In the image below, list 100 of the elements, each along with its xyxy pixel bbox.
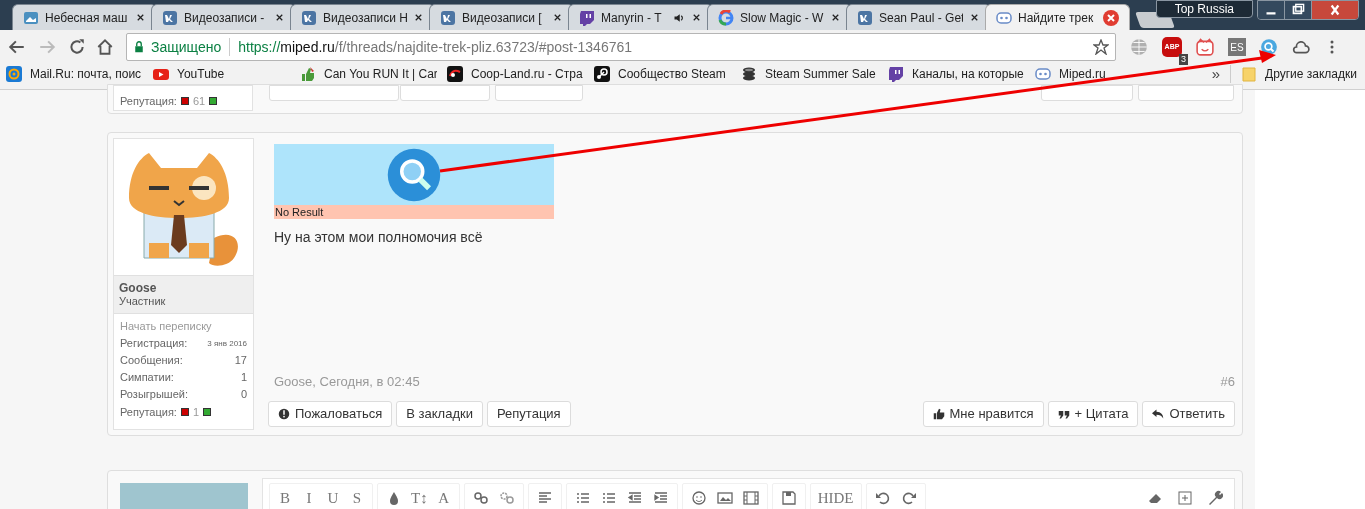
film-icon[interactable] [742, 490, 759, 506]
list-icon[interactable] [574, 490, 591, 506]
minus-icon[interactable] [180, 408, 189, 417]
at-sign-icon [6, 66, 22, 82]
other-bookmarks-button[interactable]: Другие закладки [1241, 65, 1357, 83]
redo-icon[interactable] [900, 490, 917, 506]
gamepad-icon [1035, 66, 1051, 82]
bookmark[interactable]: Mail.Ru: почта, поис [6, 65, 143, 83]
toolbar-button[interactable]: B [273, 487, 297, 509]
stat-value: 0 [240, 387, 247, 402]
bookmark[interactable]: Can You RUN It | Car [300, 65, 437, 83]
close-icon[interactable] [691, 12, 702, 23]
search-icon[interactable] [1260, 38, 1278, 56]
close-icon[interactable] [274, 12, 285, 23]
list-icon[interactable] [600, 490, 617, 506]
address-bar[interactable]: Защищено https://miped.ru/f/threads/najdite-trek-pliz.63723/#post-1346761 [126, 33, 1116, 61]
image-caption: No Result [274, 205, 554, 219]
letter-tile-icon [857, 9, 873, 26]
toolbar-button[interactable]: T↕ [407, 487, 432, 509]
post-action-button[interactable]: Мне нравится [922, 401, 1044, 427]
post-action-button[interactable]: + Цитата [1047, 401, 1139, 427]
url-text: https://miped.ru/f/threads/najdite-trek-pliz.63723/#post-1346761 [238, 37, 633, 57]
bookmark[interactable]: Сообщество Steam [594, 65, 731, 83]
letter-tile-icon [440, 9, 456, 26]
g-logo-icon [718, 9, 734, 26]
browser-tab[interactable]: Найдите трек [985, 4, 1130, 30]
wrench-icon[interactable] [1207, 490, 1223, 506]
plus-icon[interactable] [209, 97, 218, 106]
steam-icon [594, 66, 610, 82]
indent-icon[interactable] [652, 490, 669, 506]
image-icon[interactable] [716, 490, 733, 506]
smiley-icon[interactable] [690, 490, 707, 506]
bookmark[interactable]: Steam Summer Sale [741, 65, 878, 83]
link-icon[interactable] [472, 490, 489, 506]
tab-title: Видеозаписи Н [323, 9, 407, 27]
speech-bubble-icon [579, 9, 595, 26]
letter-tile-icon [162, 9, 178, 26]
stat-value: 1 [240, 370, 247, 385]
alert-icon [278, 408, 290, 420]
post-action-button[interactable]: Ответить [1142, 401, 1235, 427]
tab-title: Видеозаписи [ [462, 9, 543, 27]
star-icon[interactable] [1093, 39, 1109, 55]
toolbar-button[interactable]: S [345, 487, 369, 509]
minimize-icon[interactable] [1258, 1, 1284, 19]
home-icon[interactable] [96, 38, 114, 56]
folder-icon [1241, 66, 1258, 82]
stat-value: 3 янв 2016 [207, 338, 247, 350]
gamepad-icon [996, 9, 1012, 26]
author-name[interactable]: Goose [119, 281, 248, 295]
post-action-button[interactable]: Репутация [486, 401, 571, 427]
restore-icon[interactable] [1284, 1, 1311, 19]
align-icon[interactable] [536, 490, 553, 506]
search-icon [386, 146, 442, 203]
tab-title: Небесная маш [45, 9, 129, 27]
post-meta: Goose, Сегодня, в 02:45 [274, 372, 420, 391]
undo-icon[interactable] [874, 490, 891, 506]
extension-button[interactable]: ES [1228, 38, 1246, 56]
speaker-icon[interactable] [673, 11, 685, 24]
plus-icon[interactable] [203, 408, 212, 417]
more-bookmarks-button[interactable]: » [1211, 62, 1221, 86]
stat-label: Репутация: [120, 405, 177, 420]
close-icon[interactable] [413, 12, 424, 23]
post-action-button[interactable]: В закладки [396, 401, 483, 427]
tab-title: Slow Magic - W [740, 9, 824, 27]
coin-stack-icon [741, 66, 757, 82]
cat-face-icon[interactable] [1196, 38, 1214, 56]
minus-icon[interactable] [180, 97, 189, 106]
toolbar-button[interactable]: I [297, 487, 321, 509]
close-icon[interactable] [969, 12, 980, 23]
unlink-icon[interactable] [498, 490, 515, 506]
reputation-value: 61 [192, 94, 206, 109]
toolbar-button[interactable]: A [431, 487, 456, 509]
stat-value: 17 [234, 353, 247, 368]
bookmark[interactable]: Miped.ru [1035, 65, 1172, 83]
padlock-icon [133, 41, 145, 53]
save-icon[interactable] [780, 490, 797, 506]
bookmark[interactable]: Coop-Land.ru - Стра [447, 65, 584, 83]
tab-title: Видеозаписи - [184, 9, 266, 27]
cloud-icon[interactable] [1292, 38, 1310, 56]
logo-icon [447, 66, 463, 82]
toolbar-button[interactable]: U [321, 487, 345, 509]
message-text: Ну на этом мои полномочия всё [274, 228, 483, 247]
thumbs-up-icon [932, 408, 945, 420]
secure-label: Защищено [151, 37, 222, 57]
reply-icon [1152, 408, 1165, 420]
outdent-icon[interactable] [626, 490, 643, 506]
post-action-button[interactable]: Пожаловаться [268, 401, 393, 427]
button[interactable] [1041, 85, 1133, 101]
back-icon[interactable] [8, 38, 26, 56]
bookmark[interactable]: Каналы, на которые [888, 65, 1025, 83]
speech-bubble-icon [888, 66, 904, 82]
profile-button[interactable]: Top Russia [1155, 0, 1253, 18]
stat-label: Сообщения: [120, 353, 183, 368]
bookmark[interactable]: YouTube [153, 65, 290, 83]
reload-icon[interactable] [68, 38, 86, 56]
user-title: Участник [119, 295, 167, 308]
letter-tile-icon [301, 9, 317, 26]
close-icon[interactable] [552, 12, 563, 23]
close-icon[interactable] [135, 12, 146, 23]
close-icon[interactable] [830, 12, 841, 23]
